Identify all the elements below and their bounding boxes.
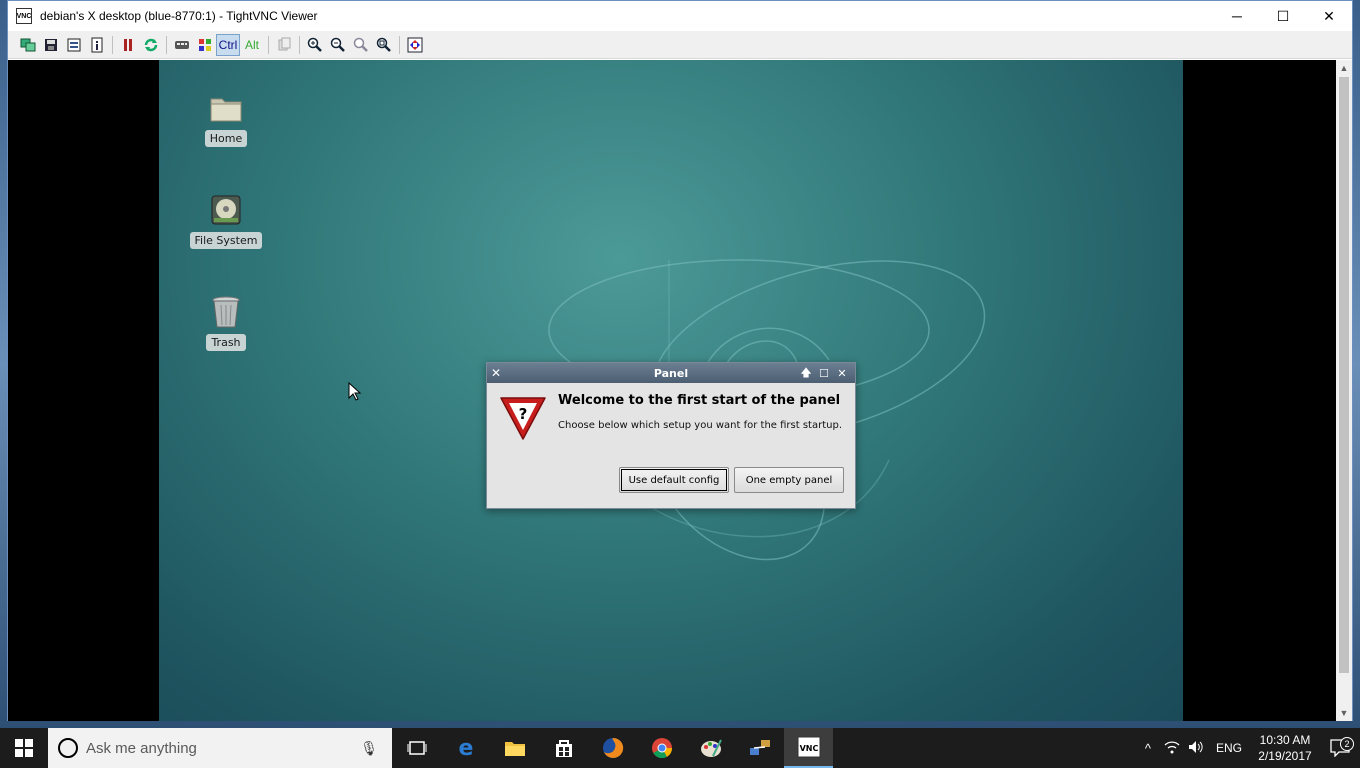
windows-taskbar: Ask me anything 🎙 e VNC ^ ENG 10:30 AM 2… — [0, 728, 1360, 768]
chrome-icon[interactable] — [637, 728, 686, 768]
network-app-icon[interactable] — [735, 728, 784, 768]
tightvnc-viewer-window: VNC debian's X desktop (blue-8770:1) - T… — [7, 0, 1353, 721]
file-explorer-icon[interactable] — [490, 728, 539, 768]
viewer-toolbar: Ctrl Alt — [8, 31, 1352, 59]
edge-browser-icon[interactable]: e — [441, 728, 490, 768]
dialog-maximize-button[interactable]: ☐ — [815, 365, 833, 381]
hard-drive-icon — [208, 192, 244, 228]
dialog-titlebar[interactable]: ✕ Panel 🡅 ☐ ✕ — [487, 363, 855, 383]
pause-icon[interactable] — [116, 34, 139, 56]
svg-text:VNC: VNC — [799, 744, 818, 753]
toolbar-separator — [108, 34, 116, 56]
scrollbar-thumb[interactable] — [1339, 77, 1349, 673]
desktop-icon-file-system[interactable]: File System — [186, 192, 266, 249]
dialog-heading: Welcome to the first start of the panel — [558, 393, 841, 408]
folder-icon — [208, 90, 244, 126]
firefox-icon[interactable] — [588, 728, 637, 768]
taskbar-clock[interactable]: 10:30 AM 2/19/2017 — [1250, 732, 1320, 764]
one-empty-panel-button[interactable]: One empty panel — [734, 467, 844, 493]
start-button[interactable] — [0, 728, 48, 768]
mouse-cursor-icon — [348, 382, 362, 401]
vnc-app-icon[interactable]: VNC — [16, 8, 32, 24]
desktop-icon-label: Home — [204, 130, 248, 147]
debian-desktop[interactable]: Home File System Trash ✕ Panel 🡅 ☐ ✕ ? W… — [159, 60, 1183, 721]
system-tray: ^ ENG 10:30 AM 2/19/2017 2 — [1136, 728, 1360, 768]
fullscreen-icon[interactable] — [403, 34, 426, 56]
use-default-config-button[interactable]: Use default config — [619, 467, 729, 493]
notification-count-badge: 2 — [1340, 737, 1354, 751]
desktop-icon-label: Trash — [206, 334, 246, 351]
options-icon[interactable] — [62, 34, 85, 56]
dialog-subtext: Choose below which setup you want for th… — [558, 420, 842, 431]
remote-desktop-area[interactable]: Home File System Trash ✕ Panel 🡅 ☐ ✕ ? W… — [8, 60, 1336, 721]
ctrl-toggle-button[interactable]: Ctrl — [216, 33, 240, 56]
dialog-shade-button[interactable]: 🡅 — [797, 365, 815, 381]
svg-text:e: e — [458, 737, 473, 759]
show-hidden-icons-icon[interactable]: ^ — [1136, 741, 1160, 756]
desktop-icon-label: File System — [189, 232, 263, 249]
desktop-icon-home[interactable]: Home — [186, 90, 266, 147]
info-icon[interactable] — [85, 34, 108, 56]
volume-icon[interactable] — [1184, 740, 1208, 757]
language-indicator[interactable]: ENG — [1216, 741, 1242, 755]
zoom-100-icon[interactable] — [349, 34, 372, 56]
desktop-icon-trash[interactable]: Trash — [186, 294, 266, 351]
viewer-title: debian's X desktop (blue-8770:1) - Tight… — [40, 9, 318, 23]
clock-time: 10:30 AM — [1259, 733, 1311, 747]
close-button[interactable]: ✕ — [1306, 1, 1352, 31]
cortana-search-box[interactable]: Ask me anything 🎙 — [48, 728, 392, 768]
save-icon[interactable] — [39, 34, 62, 56]
microphone-icon[interactable]: 🎙 — [360, 740, 378, 757]
scroll-down-icon[interactable]: ▼ — [1336, 705, 1352, 721]
svg-text:?: ? — [519, 405, 528, 423]
refresh-icon[interactable] — [139, 34, 162, 56]
zoom-fit-icon[interactable] — [372, 34, 395, 56]
windows-logo-icon — [15, 739, 33, 757]
action-center-button[interactable]: 2 — [1320, 737, 1360, 757]
clock-date: 2/19/2017 — [1258, 749, 1312, 763]
warning-question-icon: ? — [500, 397, 546, 440]
wifi-icon[interactable] — [1160, 740, 1184, 757]
scroll-up-icon[interactable]: ▲ — [1336, 60, 1352, 76]
panel-welcome-dialog: ✕ Panel 🡅 ☐ ✕ ? Welcome to the first sta… — [486, 362, 856, 509]
zoom-out-icon[interactable] — [326, 34, 349, 56]
toolbar-separator — [162, 34, 170, 56]
viewer-titlebar[interactable]: VNC debian's X desktop (blue-8770:1) - T… — [8, 1, 1352, 31]
maximize-button[interactable]: ☐ — [1260, 1, 1306, 31]
clipboard-icon[interactable] — [272, 34, 295, 56]
zoom-in-icon[interactable] — [303, 34, 326, 56]
new-connection-icon[interactable] — [16, 34, 39, 56]
minimize-button[interactable]: ─ — [1214, 1, 1260, 31]
ctrl-alt-del-icon[interactable] — [170, 34, 193, 56]
toolbar-separator — [395, 34, 403, 56]
cortana-icon — [58, 738, 78, 758]
task-view-icon[interactable] — [392, 728, 441, 768]
tightvnc-taskbar-icon[interactable]: VNC — [784, 728, 833, 768]
trash-icon — [208, 294, 244, 330]
search-placeholder: Ask me anything — [86, 739, 197, 757]
toolbar-separator — [295, 34, 303, 56]
toolbar-separator — [264, 34, 272, 56]
store-icon[interactable] — [539, 728, 588, 768]
dialog-close-button[interactable]: ✕ — [833, 365, 851, 381]
paint-icon[interactable] — [686, 728, 735, 768]
start-menu-key-icon[interactable] — [193, 34, 216, 56]
viewer-vertical-scrollbar[interactable]: ▲ ▼ — [1336, 60, 1352, 721]
alt-toggle-button[interactable]: Alt — [240, 34, 264, 56]
